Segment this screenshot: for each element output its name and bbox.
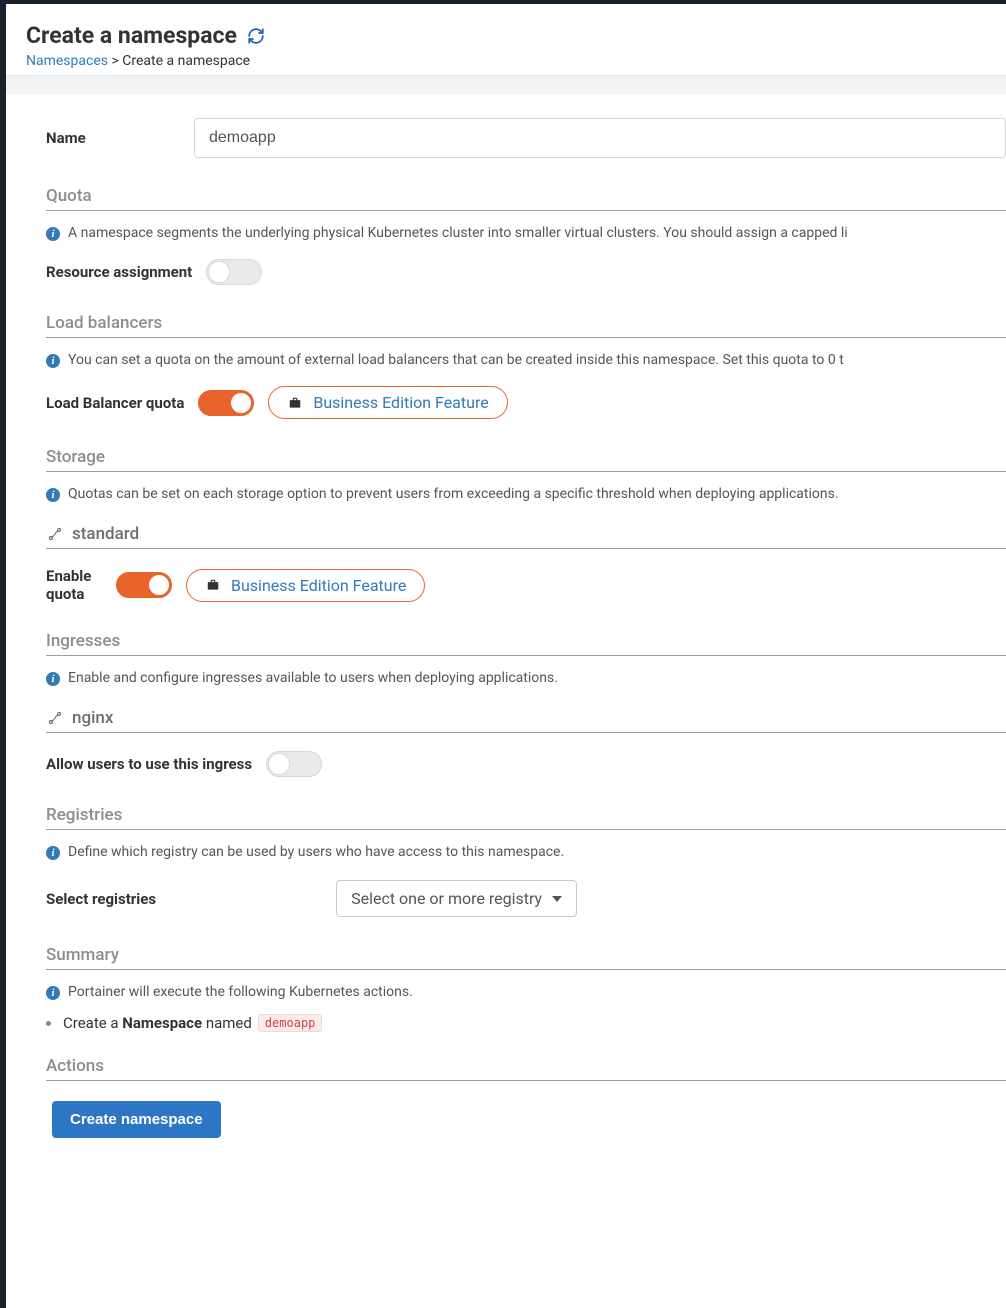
refresh-icon[interactable] (247, 27, 265, 45)
lb-quota-label: Load Balancer quota (46, 394, 184, 412)
bullet-icon (46, 1021, 51, 1026)
allow-ingress-toggle[interactable] (266, 751, 322, 777)
section-quota-title: Quota (46, 186, 1006, 211)
lb-info: You can set a quota on the amount of ext… (68, 352, 844, 368)
info-icon: i (46, 354, 60, 368)
section-registries-title: Registries (46, 805, 1006, 830)
resource-assignment-toggle[interactable] (206, 259, 262, 285)
section-summary-title: Summary (46, 945, 1006, 970)
summary-code-name: demoapp (258, 1014, 323, 1032)
name-label: Name (46, 129, 94, 147)
info-icon: i (46, 227, 60, 241)
summary-action-text: Create a Namespace named (63, 1014, 252, 1032)
resource-assignment-label: Resource assignment (46, 263, 192, 281)
section-storage-title: Storage (46, 447, 1006, 472)
info-icon: i (46, 846, 60, 860)
info-icon: i (46, 488, 60, 502)
allow-ingress-label: Allow users to use this ingress (46, 755, 252, 773)
registries-select[interactable]: Select one or more registry (336, 880, 577, 917)
info-icon: i (46, 672, 60, 686)
briefcase-icon (287, 396, 303, 410)
section-lb-title: Load balancers (46, 313, 1006, 338)
be-feature-badge[interactable]: Business Edition Feature (186, 569, 425, 602)
be-feature-badge[interactable]: Business Edition Feature (268, 386, 507, 419)
info-icon: i (46, 986, 60, 1000)
quota-info: A namespace segments the underlying phys… (68, 225, 848, 241)
route-icon (46, 711, 64, 725)
section-actions-title: Actions (46, 1056, 1006, 1081)
enable-quota-label: Enable quota (46, 567, 102, 603)
name-input[interactable] (194, 118, 1006, 158)
create-namespace-button[interactable]: Create namespace (52, 1101, 221, 1138)
breadcrumb-current: Create a namespace (122, 53, 250, 69)
enable-quota-toggle[interactable] (116, 572, 172, 598)
storage-info: Quotas can be set on each storage option… (68, 486, 839, 502)
ingresses-info: Enable and configure ingresses available… (68, 670, 558, 686)
page-title: Create a namespace (26, 22, 986, 49)
breadcrumb-parent-link[interactable]: Namespaces (26, 53, 108, 69)
briefcase-icon (205, 578, 221, 592)
summary-info: Portainer will execute the following Kub… (68, 984, 413, 1000)
registries-info: Define which registry can be used by use… (68, 844, 564, 860)
breadcrumb: Namespaces > Create a namespace (26, 53, 986, 69)
route-icon (46, 527, 64, 541)
lb-quota-toggle[interactable] (198, 390, 254, 416)
section-ingresses-title: Ingresses (46, 631, 1006, 656)
ingress-option-title: nginx (46, 708, 1006, 733)
storage-option-title: standard (46, 524, 1006, 549)
select-registries-label: Select registries (46, 890, 156, 908)
chevron-down-icon (552, 896, 562, 902)
